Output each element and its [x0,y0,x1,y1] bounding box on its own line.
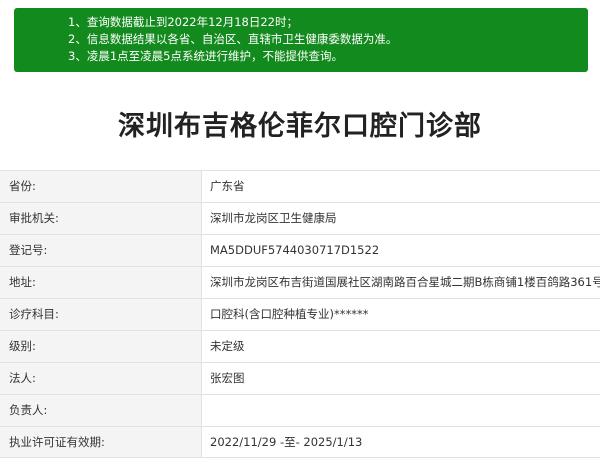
field-value: 深圳市龙岗区卫生健康局 [210,211,337,225]
field-label: 级别: [0,331,202,362]
field-value: 张宏图 [210,371,245,385]
page: 1、查询数据截止到2022年12月18日22时； 2、信息数据结果以各省、自治区… [0,0,600,467]
field-label: 省份: [0,171,202,202]
field-label: 登记号: [0,235,202,266]
field-value: 未定级 [210,339,245,353]
info-row-province: 省份: 广东省 [0,170,600,202]
info-row-address: 地址: 深圳市龙岗区布吉街道国展社区湖南路百合星城二期B栋商铺1楼百鸽路361号 [0,266,600,298]
field-value: 广东省 [210,179,245,193]
notice-banner: 1、查询数据截止到2022年12月18日22时； 2、信息数据结果以各省、自治区… [14,8,588,72]
notice-line: 1、查询数据截止到2022年12月18日22时； [68,15,298,29]
info-row-legal-person: 法人: 张宏图 [0,362,600,394]
field-label: 诊疗科目: [0,299,202,330]
notice-line: 3、凌晨1点至凌晨5点系统进行维护，不能提供查询。 [68,49,343,63]
field-value: 深圳市龙岗区布吉街道国展社区湖南路百合星城二期B栋商铺1楼百鸽路361号 [210,275,600,289]
field-label: 负责人: [0,395,202,426]
field-label: 执业许可证有效期: [0,427,202,457]
info-row-license-validity: 执业许可证有效期: 2022/11/29 -至- 2025/1/13 [0,426,600,458]
notice-line: 2、信息数据结果以各省、自治区、直辖市卫生健康委数据为准。 [68,32,398,46]
field-label: 审批机关: [0,203,202,234]
info-row-registration-number: 登记号: MA5DDUF5744030717D1522 [0,234,600,266]
field-value: 2022/11/29 -至- 2025/1/13 [210,435,363,449]
field-label: 法人: [0,363,202,394]
field-value [202,395,600,426]
info-row-person-in-charge: 负责人: [0,394,600,426]
page-title: 深圳布吉格伦菲尔口腔门诊部 [118,111,482,142]
field-label: 地址: [0,267,202,298]
info-row-level: 级别: 未定级 [0,330,600,362]
info-row-departments: 诊疗科目: 口腔科(含口腔种植专业)****** [0,298,600,330]
info-row-approval-authority: 审批机关: 深圳市龙岗区卫生健康局 [0,202,600,234]
field-value: 口腔科(含口腔种植专业)****** [210,307,369,321]
field-value: MA5DDUF5744030717D1522 [210,243,380,257]
